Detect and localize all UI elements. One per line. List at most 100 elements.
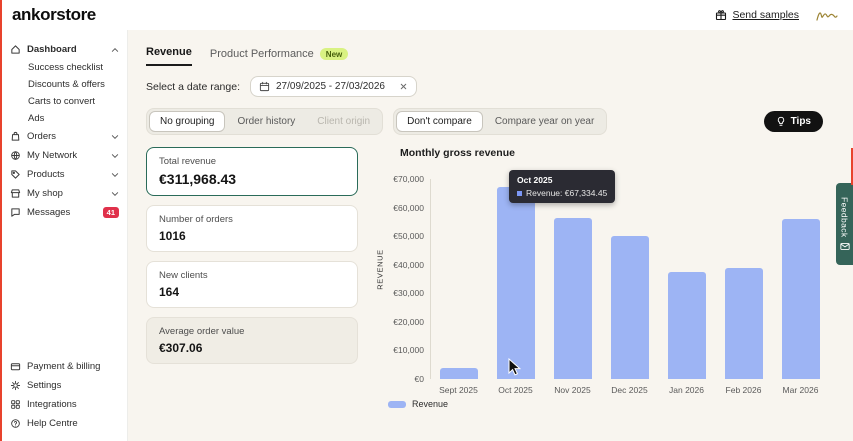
grouping-option-order-history[interactable]: Order history xyxy=(227,112,305,131)
sidebar-item-dashboard[interactable]: Dashboard xyxy=(0,40,127,59)
sidebar-label: Settings xyxy=(27,380,119,391)
left-edge-indicator xyxy=(0,0,2,441)
grouping-option-no-grouping[interactable]: No grouping xyxy=(149,111,225,132)
grouping-option-client-origin[interactable]: Client origin xyxy=(307,112,380,131)
sidebar-item-orders[interactable]: Orders xyxy=(0,127,127,146)
chevron-down-icon xyxy=(111,133,119,141)
stat-label: Number of orders xyxy=(159,214,345,225)
tooltip-value: Revenue: €67,334.45 xyxy=(526,188,607,198)
date-range-row: Select a date range: 27/09/2025 - 27/03/… xyxy=(146,76,843,97)
sidebar-label: Messages xyxy=(27,207,97,218)
bar-slot xyxy=(545,179,602,379)
dashboard-body: Total revenue €311,968.43 Number of orde… xyxy=(146,147,843,407)
x-axis-labels: Sept 2025Oct 2025Nov 2025Dec 2025Jan 202… xyxy=(430,385,829,395)
top-header: ankorstore Send samples xyxy=(0,0,853,30)
sidebar: Dashboard Success checklist Discounts & … xyxy=(0,30,128,441)
tag-icon xyxy=(10,169,21,180)
calendar-icon xyxy=(259,81,270,92)
feedback-tab[interactable]: Feedback xyxy=(836,183,853,265)
stat-value: €311,968.43 xyxy=(159,171,345,187)
sidebar-item-my-shop[interactable]: My shop xyxy=(0,184,127,203)
tips-button[interactable]: Tips xyxy=(764,111,823,132)
stats-column: Total revenue €311,968.43 Number of orde… xyxy=(146,147,358,407)
stat-label: Average order value xyxy=(159,326,345,337)
sidebar-item-integrations[interactable]: Integrations xyxy=(0,395,127,414)
bar-sept-2025[interactable] xyxy=(440,368,478,379)
compare-option-dont-compare[interactable]: Don't compare xyxy=(396,111,483,132)
x-tick-label: Oct 2025 xyxy=(487,385,544,395)
chevron-up-icon xyxy=(111,46,119,54)
chevron-down-icon xyxy=(111,152,119,160)
sidebar-item-my-network[interactable]: My Network xyxy=(0,146,127,165)
storefront-icon xyxy=(10,188,21,199)
gift-icon xyxy=(715,9,727,21)
globe-icon xyxy=(10,150,21,161)
sidebar-label: Integrations xyxy=(27,399,119,410)
clear-date-icon[interactable] xyxy=(399,82,408,91)
tab-product-performance[interactable]: Product Performance New xyxy=(210,48,348,66)
tab-revenue[interactable]: Revenue xyxy=(146,46,192,66)
date-range-label: Select a date range: xyxy=(146,81,240,93)
sidebar-item-help-centre[interactable]: Help Centre xyxy=(0,414,127,433)
date-range-value: 27/09/2025 - 27/03/2026 xyxy=(276,81,385,92)
chart-plot-area: Oct 2025 Revenue: €67,334.45 xyxy=(430,179,829,379)
x-tick-label: Feb 2026 xyxy=(715,385,772,395)
bar-dec-2025[interactable] xyxy=(611,236,649,379)
chevron-down-icon xyxy=(111,190,119,198)
messages-unread-badge: 41 xyxy=(103,207,119,218)
sidebar-label: Payment & billing xyxy=(27,361,119,372)
header-right: Send samples xyxy=(715,8,839,23)
ankorstore-logo: ankorstore xyxy=(12,5,96,25)
sidebar-item-ads[interactable]: Ads xyxy=(0,110,127,127)
date-range-input[interactable]: 27/09/2025 - 27/03/2026 xyxy=(250,76,417,97)
gear-icon xyxy=(10,380,21,391)
tooltip-row: Revenue: €67,334.45 xyxy=(517,188,607,198)
send-samples-link[interactable]: Send samples xyxy=(715,9,799,21)
x-tick-label: Sept 2025 xyxy=(430,385,487,395)
stat-card-number-of-orders[interactable]: Number of orders 1016 xyxy=(146,205,358,252)
bar-oct-2025[interactable] xyxy=(497,187,535,379)
app-window: ankorstore Send samples Dashboard Succes… xyxy=(0,0,853,441)
x-tick-label: Jan 2026 xyxy=(658,385,715,395)
bar-slot xyxy=(488,179,545,379)
bar-slot xyxy=(431,179,488,379)
sidebar-item-products[interactable]: Products xyxy=(0,165,127,184)
signature-logo xyxy=(815,8,839,23)
tab-revenue-label: Revenue xyxy=(146,46,192,58)
sidebar-label: Products xyxy=(27,169,105,180)
x-tick-label: Dec 2025 xyxy=(601,385,658,395)
tooltip-title: Oct 2025 xyxy=(517,175,607,185)
bar-jan-2026[interactable] xyxy=(668,272,706,379)
sidebar-item-discounts-offers[interactable]: Discounts & offers xyxy=(0,76,127,93)
sidebar-label: My Network xyxy=(27,150,105,161)
tooltip-series-swatch xyxy=(517,191,522,196)
sidebar-item-messages[interactable]: Messages 41 xyxy=(0,203,127,222)
grouping-toggle: No grouping Order history Client origin xyxy=(146,108,383,135)
stat-value: 164 xyxy=(159,285,345,299)
bar-slot xyxy=(602,179,659,379)
stat-card-average-order-value[interactable]: Average order value €307.06 xyxy=(146,317,358,364)
compare-option-year-on-year[interactable]: Compare year on year xyxy=(485,112,605,131)
envelope-icon xyxy=(840,242,850,251)
y-axis-ticks: €70,000€60,000€50,000€40,000€30,000€20,0… xyxy=(378,179,424,379)
bar-mar-2026[interactable] xyxy=(782,219,820,379)
chart-tooltip: Oct 2025 Revenue: €67,334.45 xyxy=(509,170,615,203)
credit-card-icon xyxy=(10,361,21,372)
bar-feb-2026[interactable] xyxy=(725,268,763,379)
chart-legend: Revenue xyxy=(388,399,448,409)
lightbulb-icon xyxy=(776,116,786,127)
tab-product-performance-label: Product Performance xyxy=(210,48,314,60)
stat-card-total-revenue[interactable]: Total revenue €311,968.43 xyxy=(146,147,358,196)
sidebar-item-success-checklist[interactable]: Success checklist xyxy=(0,59,127,76)
stat-label: New clients xyxy=(159,270,345,281)
sidebar-item-payment-billing[interactable]: Payment & billing xyxy=(0,357,127,376)
chart-title: Monthly gross revenue xyxy=(400,147,515,159)
stat-card-new-clients[interactable]: New clients 164 xyxy=(146,261,358,308)
bar-nov-2025[interactable] xyxy=(554,218,592,379)
sidebar-item-settings[interactable]: Settings xyxy=(0,376,127,395)
bar-slot xyxy=(772,179,829,379)
feedback-label: Feedback xyxy=(840,197,850,238)
sidebar-item-carts-to-convert[interactable]: Carts to convert xyxy=(0,93,127,110)
sidebar-label: My shop xyxy=(27,188,105,199)
sidebar-bottom-group: Payment & billing Settings Integrations … xyxy=(0,357,127,433)
